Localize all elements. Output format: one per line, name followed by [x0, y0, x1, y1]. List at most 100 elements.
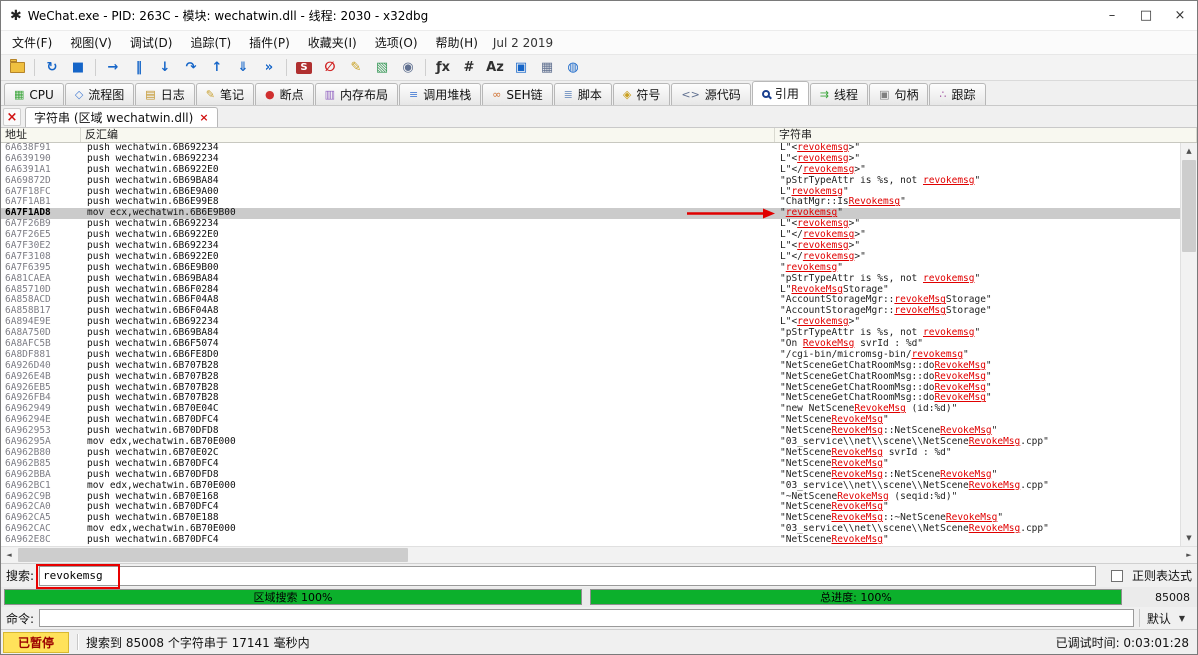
tab-threads[interactable]: ⇉ 线程 [809, 83, 869, 105]
string-row[interactable]: 6A7F1AB1 push wechatwin.6B6E99E8 "ChatMgr:… [1, 197, 1180, 208]
pause-icon[interactable]: ‖ [127, 57, 151, 79]
step-over-icon[interactable]: ↷ [179, 57, 203, 79]
string-row[interactable]: 6A962C9B push wechatwin.6B70E168 "~NetScen… [1, 492, 1180, 503]
stop-icon[interactable]: ■ [66, 57, 90, 79]
string-row[interactable]: 6A926D40 push wechatwin.6B707B28 "NetScene… [1, 361, 1180, 372]
scroll-down-icon[interactable]: ▼ [1181, 530, 1197, 546]
string-row[interactable]: 6A962BBA push wechatwin.6B70DFD8 "NetScene… [1, 470, 1180, 481]
string-row[interactable]: 6A962B80 push wechatwin.6B70E02C "NetScene… [1, 448, 1180, 459]
regex-label[interactable]: 正则表达式 [1132, 567, 1192, 584]
string-row[interactable]: 6A962CA5 push wechatwin.6B70E188 "NetScene… [1, 513, 1180, 524]
string-row[interactable]: 6A8DF881 push wechatwin.6B6FE8D0 "/cgi-bin… [1, 350, 1180, 361]
tab-graph[interactable]: ◇ 流程图 [64, 83, 135, 105]
command-profile-dropdown[interactable]: 默认 ▼ [1138, 609, 1192, 627]
string-row[interactable]: 6A962949 push wechatwin.6B70E04C "new NetS… [1, 404, 1180, 415]
vertical-scrollbar[interactable]: ▲ ▼ [1180, 143, 1197, 546]
string-row[interactable]: 6A96295A mov edx,wechatwin.6B70E000 "03_se… [1, 437, 1180, 448]
column-header-address[interactable]: 地址 [1, 128, 81, 142]
string-row[interactable]: 6A926E4B push wechatwin.6B707B28 "NetScene… [1, 372, 1180, 383]
tab-handles[interactable]: ▣ 句柄 [869, 83, 929, 105]
string-row[interactable]: 6A962953 push wechatwin.6B70DFD8 "NetScene… [1, 426, 1180, 437]
settings-icon[interactable]: S [292, 57, 316, 79]
close-all-tabs-button[interactable]: × [3, 108, 21, 126]
watch-icon[interactable]: ◉ [396, 57, 420, 79]
string-row[interactable]: 6A96294E push wechatwin.6B70DFC4 "NetScene… [1, 415, 1180, 426]
regex-checkbox[interactable] [1110, 569, 1123, 582]
command-input[interactable] [39, 609, 1134, 627]
functions-icon[interactable]: ƒx [431, 57, 455, 79]
horizontal-scrollbar[interactable]: ◄ ► [1, 546, 1197, 563]
step-out-icon[interactable]: ↑ [205, 57, 229, 79]
restart-icon[interactable]: ↻ [40, 57, 64, 79]
string-row[interactable]: 6A7F30E2 push wechatwin.6B692234 L"<revoke… [1, 241, 1180, 252]
string-row[interactable]: 6A7F6395 push wechatwin.6B6E9B00 "revokems… [1, 263, 1180, 274]
string-row[interactable]: 6A69872D push wechatwin.6B69BA84 "pStrType… [1, 176, 1180, 187]
string-row[interactable]: 6A8A750D push wechatwin.6B69BA84 "pStrType… [1, 328, 1180, 339]
string-row[interactable]: 6A962E8C push wechatwin.6B70DFC4 "NetScene… [1, 535, 1180, 546]
string-row[interactable]: 6A6391A1 push wechatwin.6B6922E0 L"</revok… [1, 165, 1180, 176]
step-into-icon[interactable]: ↓ [153, 57, 177, 79]
menu-item[interactable]: 选项(O) [366, 32, 427, 53]
string-row[interactable]: 6A962CA0 push wechatwin.6B70DFC4 "NetScene… [1, 502, 1180, 513]
text-encoding-icon[interactable]: Az [483, 57, 507, 79]
menu-item[interactable]: 调试(D) [121, 32, 182, 53]
remove-breakpoints-icon[interactable]: ∅ [318, 57, 342, 79]
tab-memory-map[interactable]: ▥ 内存布局 [314, 83, 398, 105]
tab-seh[interactable]: ∞ SEH链 [482, 83, 553, 105]
string-row[interactable]: 6A858ACD push wechatwin.6B6F04A8 "AccountS… [1, 295, 1180, 306]
string-row[interactable]: 6A962BC1 mov edx,wechatwin.6B70E000 "03_se… [1, 481, 1180, 492]
scroll-right-icon[interactable]: ► [1181, 547, 1197, 563]
string-row[interactable]: 6A7F26E5 push wechatwin.6B6922E0 L"</revok… [1, 230, 1180, 241]
string-row[interactable]: 6A926EB5 push wechatwin.6B707B28 "NetScene… [1, 383, 1180, 394]
scroll-up-icon[interactable]: ▲ [1181, 143, 1197, 159]
run-to-cursor-icon[interactable]: ⇓ [231, 57, 255, 79]
trace-into-icon[interactable]: » [257, 57, 281, 79]
horizontal-scroll-thumb[interactable] [18, 548, 408, 562]
menu-item[interactable]: 帮助(H) [427, 32, 487, 53]
search-input[interactable] [39, 565, 1096, 586]
menu-item[interactable]: 收藏夹(I) [299, 32, 366, 53]
memory-grid-icon[interactable]: ▦ [535, 57, 559, 79]
string-row[interactable]: 6A8AFC5B push wechatwin.6B6F5074 "On Revok… [1, 339, 1180, 350]
column-header-disassembly[interactable]: 反汇编 [81, 128, 775, 142]
tab-references[interactable]: 引用 [751, 81, 809, 105]
patch-icon[interactable]: ▧ [370, 57, 394, 79]
close-button[interactable]: × [1163, 1, 1197, 30]
string-row[interactable]: 6A638F91 push wechatwin.6B692234 L"<revoke… [1, 143, 1180, 154]
tab-symbols[interactable]: ◈ 符号 [612, 83, 671, 105]
scroll-left-icon[interactable]: ◄ [1, 547, 17, 563]
menu-item[interactable]: 文件(F) [3, 32, 61, 53]
string-row[interactable]: 6A894E9E push wechatwin.6B692234 L"<revoke… [1, 317, 1180, 328]
window-icon[interactable]: ▣ [509, 57, 533, 79]
subtab-close-icon[interactable]: × [199, 111, 208, 124]
menu-item[interactable]: 插件(P) [240, 32, 299, 53]
help-globe-icon[interactable]: ◍ [561, 57, 585, 79]
string-row[interactable]: 6A7F18FC push wechatwin.6B6E9A00 L"revokem… [1, 187, 1180, 198]
tab-source[interactable]: <> 源代码 [671, 83, 751, 105]
string-row[interactable]: 6A85710D push wechatwin.6B6F0284 L"RevokeM… [1, 285, 1180, 296]
tab-call-stack[interactable]: ≡ 调用堆栈 [399, 83, 482, 105]
tab-cpu[interactable]: ▦ CPU [4, 83, 64, 105]
string-row[interactable]: 6A7F26B9 push wechatwin.6B692234 L"<revoke… [1, 219, 1180, 230]
string-row[interactable]: 6A926FB4 push wechatwin.6B707B28 "NetScene… [1, 393, 1180, 404]
minimize-button[interactable]: – [1095, 1, 1129, 30]
string-row[interactable]: 6A7F3108 push wechatwin.6B6922E0 L"</revok… [1, 252, 1180, 263]
string-row[interactable]: 6A639190 push wechatwin.6B692234 L"<revoke… [1, 154, 1180, 165]
tab-breakpoints[interactable]: ● 断点 [254, 83, 314, 105]
open-file-icon[interactable] [5, 57, 29, 79]
string-row[interactable]: 6A858B17 push wechatwin.6B6F04A8 "AccountS… [1, 306, 1180, 317]
tab-notes[interactable]: ✎ 笔记 [195, 83, 254, 105]
tab-strings-region[interactable]: 字符串 (区域 wechatwin.dll) × [25, 107, 218, 127]
tab-log[interactable]: ▤ 日志 [135, 83, 195, 105]
hash-icon[interactable]: # [457, 57, 481, 79]
tab-trace[interactable]: ∴ 跟踪 [929, 83, 986, 105]
column-header-string[interactable]: 字符串 [775, 128, 1197, 142]
string-row[interactable]: 6A7F1AD8 mov ecx,wechatwin.6B6E9B00 "revok… [1, 208, 1180, 220]
string-row[interactable]: 6A81CAEA push wechatwin.6B69BA84 "pStrType… [1, 274, 1180, 285]
vertical-scroll-thumb[interactable] [1182, 160, 1196, 252]
tab-script[interactable]: ≣ 脚本 [553, 83, 612, 105]
menu-item[interactable]: 追踪(T) [181, 32, 240, 53]
menu-item[interactable]: 视图(V) [61, 32, 121, 53]
maximize-button[interactable]: □ [1129, 1, 1163, 30]
run-icon[interactable]: → [101, 57, 125, 79]
